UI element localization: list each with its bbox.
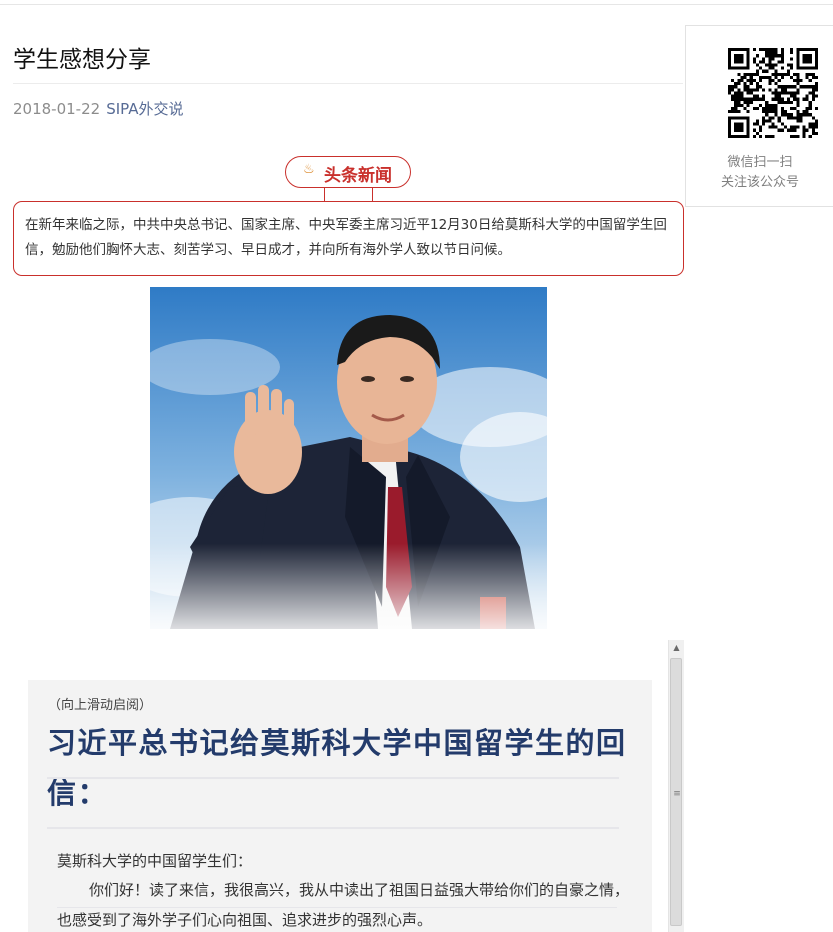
intro-text: 在新年来临之际，中共中央总书记、国家主席、中央军委主席习近平12月30日给莫斯科… [25, 217, 667, 258]
scroll-thumb[interactable]: ≡ [670, 658, 682, 926]
flame-icon: ♨ [303, 162, 315, 177]
qr-code-image [728, 48, 818, 138]
grip-icon: ≡ [673, 789, 681, 799]
account-link[interactable]: SIPA外交说 [106, 100, 183, 118]
badge-connector-left [324, 188, 325, 201]
article-meta: 2018-01-22 SIPA外交说 [13, 98, 183, 119]
title-underline-1 [47, 777, 619, 779]
title-divider [13, 83, 683, 84]
title-underline-2 [47, 827, 619, 829]
top-border [0, 0, 833, 5]
headline-news-label: 头条新闻 [324, 166, 392, 186]
qr-caption-follow: 关注该公众号 [720, 175, 799, 190]
body-rule [57, 907, 617, 908]
letter-body: 你们好！读了来信，我很高兴，我从中读出了祖国日益强大带给你们的自豪之情，也感受到… [57, 881, 630, 929]
article-title: 学生感想分享 [13, 47, 151, 73]
intro-box: 在新年来临之际，中共中央总书记、国家主席、中央军委主席习近平12月30日给莫斯科… [13, 201, 684, 276]
scroll-up-arrow-icon[interactable]: ▲ [669, 640, 684, 656]
headline-news-badge: ♨ 头条新闻 [285, 156, 411, 188]
scroll-hint: （向上滑动启阅） [48, 698, 153, 713]
waving-man-photo [150, 287, 547, 629]
publish-date: 2018-01-22 [13, 100, 101, 118]
letter-salutation: 莫斯科大学的中国留学生们： [57, 852, 253, 870]
qr-caption-scan: 微信扫一扫 [727, 155, 793, 170]
badge-connector-right [372, 188, 373, 201]
letter-scrollbar[interactable]: ▲ ≡ [668, 640, 684, 932]
letter-scroll-frame[interactable]: （向上滑动启阅） 习近平总书记给莫斯科大学中国留学生的回信： 莫斯科大学的中国留… [28, 680, 652, 932]
letter-title: 习近平总书记给莫斯科大学中国留学生的回信： [47, 726, 627, 810]
article-photo [150, 287, 547, 629]
qr-code-panel: 微信扫一扫 关注该公众号 [685, 25, 833, 207]
